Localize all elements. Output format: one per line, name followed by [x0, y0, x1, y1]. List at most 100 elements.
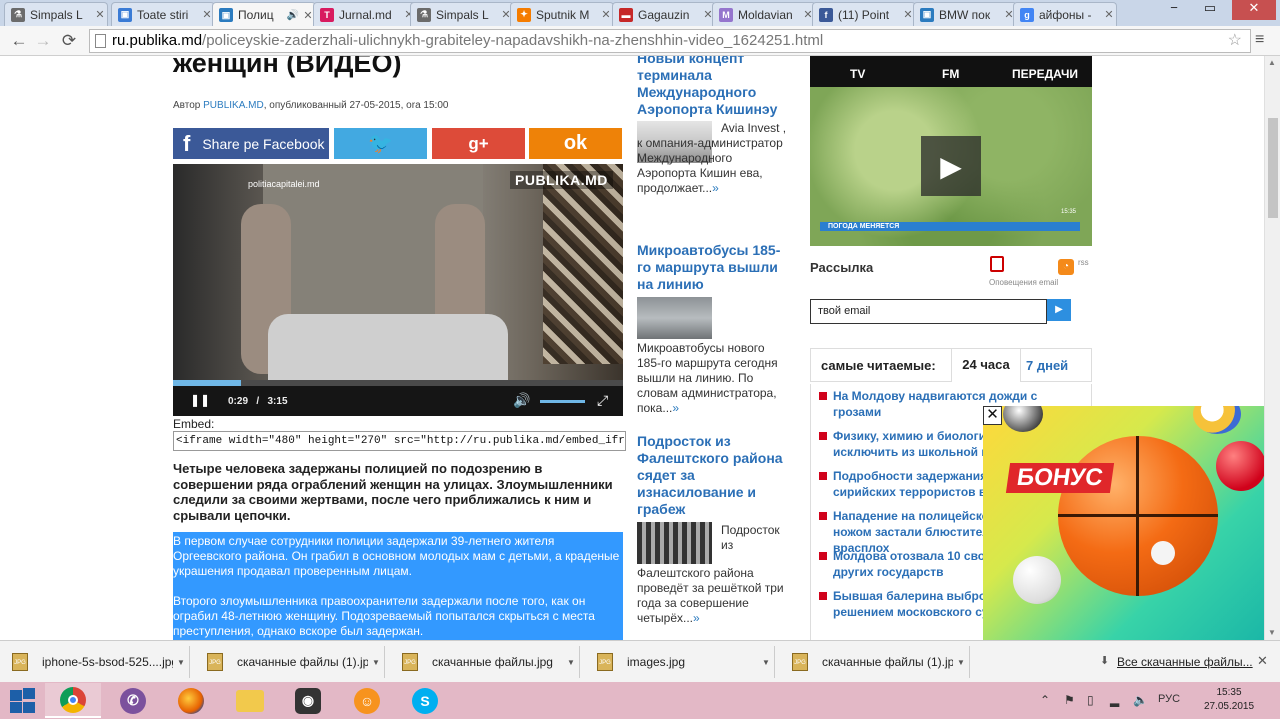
popular-header: самые читаемые: 24 часа 7 дней [810, 348, 1092, 382]
bonus-ad-banner[interactable]: БОНУС [983, 406, 1264, 640]
system-clock[interactable]: 15:35 27.05.2015 [1196, 686, 1262, 714]
bookmark-star-icon[interactable]: ☆ [1228, 30, 1242, 52]
taskbar-ok-messenger[interactable]: ☺ [339, 683, 395, 718]
back-button[interactable]: ← [8, 31, 30, 51]
browser-tab[interactable]: M Moldavian ✕ [712, 2, 816, 26]
taskbar-firefox[interactable] [163, 683, 219, 718]
pause-icon[interactable]: ❚❚ [190, 393, 210, 407]
language-indicator[interactable]: РУС [1158, 693, 1180, 705]
network-icon[interactable]: ▂ [1110, 693, 1119, 707]
download-menu-chevron-icon[interactable]: ▼ [953, 658, 969, 667]
news-item-text: Фалештского района проведёт за решёткой … [637, 566, 787, 626]
browser-tab[interactable]: ▣ BMW пок ✕ [913, 2, 1017, 26]
download-item[interactable]: JPG скачанные файлы.jpg ▼ [390, 646, 580, 678]
show-all-downloads-link[interactable]: Все скачанные файлы... [1117, 655, 1253, 669]
close-tab-icon[interactable]: ✕ [93, 8, 107, 21]
share-googleplus-button[interactable]: g+ [432, 128, 525, 159]
download-menu-chevron-icon[interactable]: ▼ [368, 658, 384, 667]
download-item[interactable]: JPG скачанные файлы (1).jpg ▼ [195, 646, 385, 678]
browser-toolbar: ← → ⟳ ru.publika.md/policeyskie-zaderzha… [0, 26, 1280, 56]
url-host: ru.publika.md [112, 32, 203, 49]
author-link[interactable]: PUBLIKA.MD [203, 100, 264, 111]
tab-fm[interactable]: FM [942, 67, 959, 81]
email-field[interactable]: твой email [810, 299, 1047, 324]
tray-expand-icon[interactable]: ⌃ [1040, 693, 1050, 707]
start-button[interactable] [8, 688, 36, 714]
folder-icon [236, 689, 264, 712]
fullscreen-icon[interactable]: ⤢ [597, 392, 608, 409]
tab-shows[interactable]: ПЕРЕДАЧИ [1012, 67, 1078, 81]
maximize-button[interactable]: ▭ [1196, 0, 1224, 20]
flag-icon[interactable]: ⚑ [1064, 693, 1075, 707]
tab-audio-icon[interactable]: 🔊 [287, 10, 299, 21]
browser-tab[interactable]: ▬ Gagauzin ✕ [612, 2, 716, 26]
close-window-button[interactable]: ✕ [1232, 0, 1276, 20]
download-item[interactable]: JPG скачанные файлы (1).jpg ▼ [780, 646, 970, 678]
volume-tray-icon[interactable]: 🔈 [1133, 693, 1148, 707]
taskbar-skype[interactable]: S [397, 683, 453, 718]
read-more-link[interactable]: » [672, 401, 679, 415]
share-odnoklassniki-button[interactable]: ok [529, 128, 622, 159]
page-scrollbar[interactable]: ▲ ▼ [1264, 56, 1280, 640]
volleyball-image [1193, 406, 1241, 434]
rss-icon[interactable]: ◔ [1058, 259, 1074, 275]
news-item-title[interactable]: Новый концепт терминала Международного А… [637, 56, 787, 118]
news-item-title[interactable]: Микроавтобусы 185-го маршрута вышли на л… [637, 242, 787, 293]
viber-icon: ✆ [120, 687, 146, 714]
reload-button[interactable]: ⟳ [58, 31, 80, 51]
news-thumbnail[interactable] [637, 297, 712, 339]
forward-button[interactable]: → [32, 31, 54, 51]
download-menu-chevron-icon[interactable]: ▼ [173, 658, 189, 667]
read-more-link[interactable]: » [712, 181, 719, 195]
tv-widget[interactable]: TV FM ПЕРЕДАЧИ ▶ 15:35 ПОГОДА МЕНЯЕТСЯ [810, 56, 1092, 246]
embed-code-field[interactable]: <iframe width="480" height="270" src="ht… [173, 431, 626, 451]
download-menu-chevron-icon[interactable]: ▼ [563, 658, 579, 667]
close-ad-icon[interactable]: ✕ [983, 406, 1002, 425]
taskbar-explorer[interactable] [222, 683, 278, 718]
chrome-menu-icon[interactable]: ≡ [1255, 31, 1264, 49]
taskbar-camera[interactable]: ◉ [280, 683, 336, 718]
volume-icon[interactable]: 🔊 [513, 392, 530, 409]
read-more-link[interactable]: » [693, 611, 700, 625]
close-tab-icon[interactable]: ✕ [599, 8, 613, 21]
taskbar-chrome[interactable] [45, 683, 101, 718]
baseball-image [1013, 556, 1061, 604]
battery-icon[interactable]: ▯ [1087, 693, 1094, 707]
tab-title: Полиц [238, 8, 274, 22]
download-item[interactable]: JPG images.jpg ▼ [585, 646, 775, 678]
video-player[interactable]: politiacapitalei.md PUBLIKA.MD ❚❚ 0:29 /… [173, 164, 623, 416]
share-twitter-button[interactable]: 🐦 [334, 128, 427, 159]
volume-slider[interactable] [540, 400, 585, 403]
browser-tab[interactable]: ▣ Toate stiri ✕ [111, 2, 215, 26]
minimize-button[interactable]: − [1160, 0, 1188, 20]
browser-tab[interactable]: T Jurnal.md ✕ [313, 2, 417, 26]
share-facebook-button[interactable]: f Share pe Facebook [173, 128, 329, 159]
subscribe-arrow-icon[interactable]: ▶ [1047, 299, 1071, 321]
tab-7-days[interactable]: 7 дней [1026, 358, 1068, 373]
download-file-name: скачанные файлы (1).jpg [822, 655, 953, 669]
browser-tab[interactable]: ⚗ Simpals L ✕ [4, 2, 108, 26]
browser-tab[interactable]: ✦ Sputnik M ✕ [510, 2, 614, 26]
scroll-down-icon[interactable]: ▼ [1268, 628, 1276, 637]
address-bar[interactable]: ru.publika.md/policeyskie-zaderzhali-uli… [89, 29, 1251, 53]
scroll-up-icon[interactable]: ▲ [1268, 58, 1276, 67]
download-menu-chevron-icon[interactable]: ▼ [758, 658, 774, 667]
notification-icon[interactable] [990, 256, 1004, 272]
scrollbar-thumb[interactable] [1268, 118, 1278, 218]
browser-tab[interactable]: ▣ Полиц 🔊 ✕ [212, 2, 316, 27]
download-item[interactable]: JPG iphone-5s-bsod-525....jpg ▼ [0, 646, 190, 678]
browser-tab[interactable]: g айфоны - ✕ [1013, 2, 1117, 26]
close-shelf-icon[interactable]: ✕ [1257, 653, 1268, 669]
play-icon[interactable]: ▶ [921, 136, 981, 196]
browser-tab[interactable]: f (11) Point ✕ [812, 2, 916, 26]
tab-24-hours[interactable]: 24 часа [951, 349, 1021, 382]
taskbar-viber[interactable]: ✆ [105, 683, 161, 718]
news-item-title[interactable]: Подросток из Фалештского района сядет за… [637, 433, 787, 518]
news-thumbnail[interactable] [637, 522, 712, 564]
browser-tab[interactable]: ⚗ Simpals L ✕ [410, 2, 514, 26]
close-tab-icon[interactable]: ✕ [1102, 8, 1116, 21]
soccer-ball-image [1003, 406, 1043, 432]
video-progress-bar[interactable] [173, 380, 623, 386]
tv-ticker: ПОГОДА МЕНЯЕТСЯ [820, 222, 1080, 231]
tab-tv[interactable]: TV [850, 67, 865, 81]
